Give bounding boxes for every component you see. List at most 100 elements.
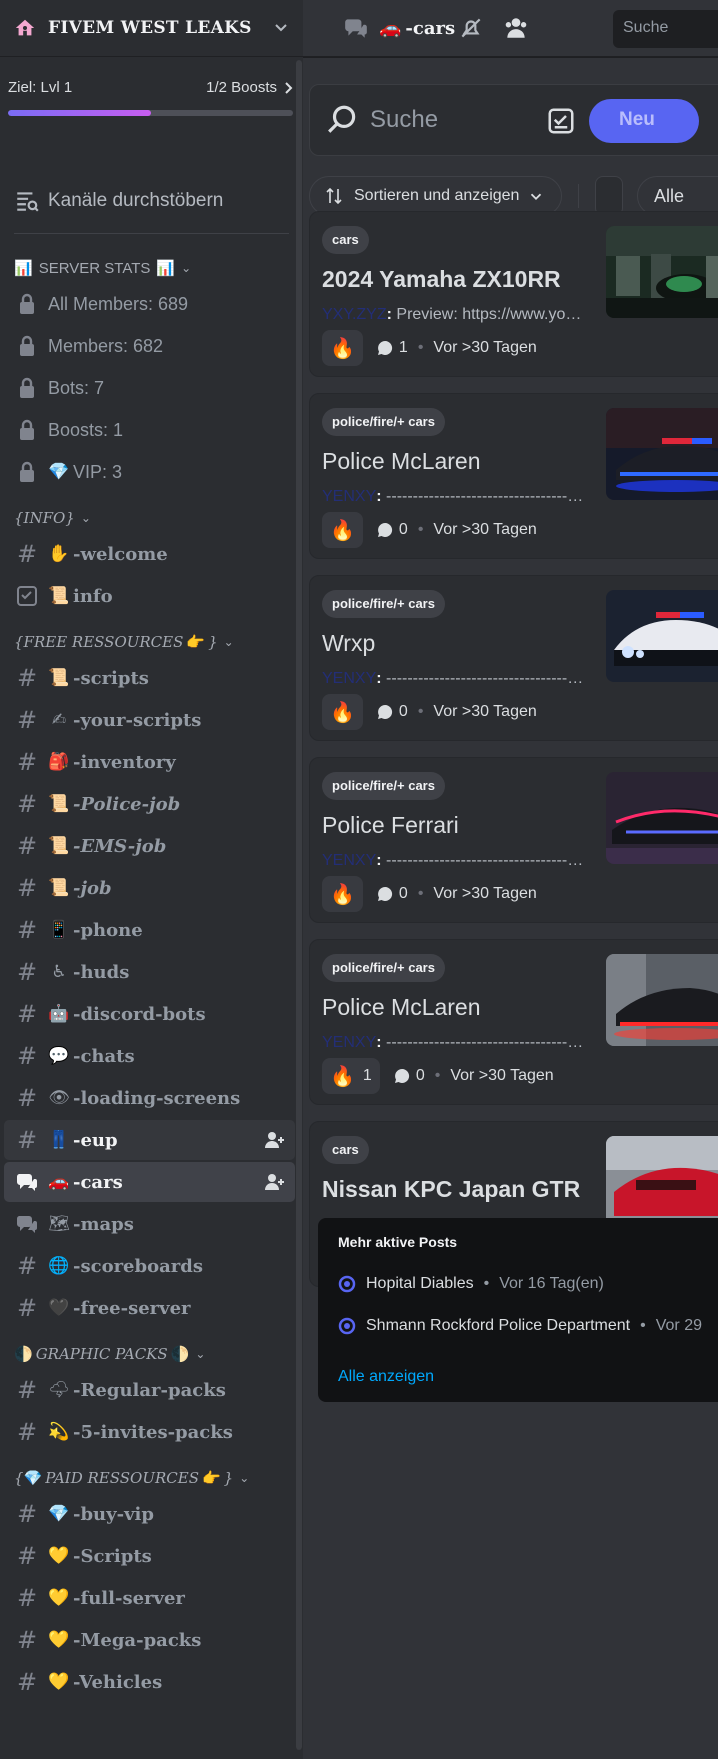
channel-welcome[interactable]: # ✋ -welcome	[4, 534, 295, 574]
hash-icon: #	[16, 706, 38, 734]
channel-chats[interactable]: # 💬 -chats	[4, 1036, 295, 1076]
fire-icon: 🔥	[330, 337, 355, 360]
header-search-input[interactable]: Suche	[613, 10, 718, 48]
sort-bar: Sortieren und anzeigen Alle	[309, 176, 718, 216]
channel-emoji: 📜	[48, 668, 70, 688]
channel-vehicles[interactable]: # 💛 -Vehicles	[4, 1662, 295, 1702]
category-info[interactable]: {INFO} ⌄	[0, 506, 303, 530]
channel-mega-packs[interactable]: # 💛 -Mega-packs	[4, 1620, 295, 1660]
stat-channel[interactable]: All Members: 689	[4, 284, 295, 324]
post-thumbnail[interactable]	[606, 408, 718, 500]
channel-emoji: 🎒	[48, 752, 70, 772]
category-label-tail: }	[208, 633, 218, 651]
forum-post[interactable]: cars 2024 Yamaha ZX10RR YXY.ZYZ: Preview…	[309, 211, 718, 377]
reaction-button[interactable]: 🔥 1	[322, 1058, 380, 1094]
sort-icon	[326, 187, 342, 205]
category-graphic-packs[interactable]: 🌓 GRAPHIC PACKS 🌓 ⌄	[0, 1342, 303, 1366]
chevron-down-icon: ⌄	[239, 1471, 250, 1485]
show-all-link[interactable]: Alle anzeigen	[338, 1368, 434, 1386]
channel-scripts[interactable]: # 📜 -scripts	[4, 658, 295, 698]
sort-and-view-button[interactable]: Sortieren und anzeigen	[309, 176, 562, 216]
forum-post[interactable]: police/fire/+ cars Wrxp YENXY: ---------…	[309, 575, 718, 741]
channel-5-invites-packs[interactable]: # 💫 -5-invites-packs	[4, 1412, 295, 1452]
hash-icon: #	[16, 958, 38, 986]
channel-scoreboards[interactable]: # 🌐 -scoreboards	[4, 1246, 295, 1286]
channel-free-server[interactable]: # 🖤 -free-server	[4, 1288, 295, 1328]
channel-cars[interactable]: 🚗 -cars	[4, 1162, 295, 1202]
stat-channel[interactable]: Members: 682	[4, 326, 295, 366]
scrollbar-thumb[interactable]	[296, 60, 302, 1750]
stat-channel[interactable]: Bots: 7	[4, 368, 295, 408]
channel-label: -buy-vip	[73, 1503, 154, 1525]
channel-huds[interactable]: # ♿ -huds	[4, 952, 295, 992]
notifications-off-icon[interactable]	[458, 15, 484, 41]
forum-search-bar[interactable]: Suche Neu	[309, 84, 718, 156]
reaction-button[interactable]: 🔥	[322, 512, 363, 548]
hash-icon: #	[16, 1626, 38, 1654]
channel-emoji: 📜	[48, 878, 70, 898]
forum-post[interactable]: police/fire/+ cars Police McLaren YENXY:…	[309, 939, 718, 1105]
category-free-ressources[interactable]: {FREE RESSOURCES 👉 } ⌄	[0, 630, 303, 654]
channelinfo[interactable]: 📜 info	[4, 576, 295, 616]
invite-icon[interactable]	[263, 1171, 285, 1193]
reaction-button[interactable]: 🔥	[322, 330, 363, 366]
channel-ems-job[interactable]: # 📜 -EMS-job	[4, 826, 295, 866]
channel-police-job[interactable]: # 📜 -Police-job	[4, 784, 295, 824]
channel-loading-screens[interactable]: # 👁 -loading-screens	[4, 1078, 295, 1118]
hash-icon: #	[16, 790, 38, 818]
post-thumbnail[interactable]	[606, 954, 718, 1046]
channel-maps[interactable]: 🗺 -maps	[4, 1204, 295, 1244]
forum-post[interactable]: police/fire/+ cars Police Ferrari YENXY:…	[309, 757, 718, 923]
channel-emoji: 📱	[48, 920, 70, 940]
sidebar-scrollbar[interactable]	[296, 60, 302, 1750]
channel-job[interactable]: # 📜 -job	[4, 868, 295, 908]
reaction-button[interactable]: 🔥	[322, 876, 363, 912]
comment-count: 0	[398, 521, 408, 538]
chevron-right-icon	[285, 81, 293, 94]
post-thumbnail[interactable]	[606, 772, 718, 864]
active-post-item[interactable]: Hopital Diables • Vor 16 Tag(en)	[338, 1272, 604, 1296]
checklist-icon[interactable]	[546, 106, 576, 136]
browse-channels-button[interactable]: Kanäle durchstöbern	[0, 179, 303, 223]
invite-icon[interactable]	[263, 1129, 285, 1151]
channel-scripts[interactable]: # 💛 -Scripts	[4, 1536, 295, 1576]
channel-eup[interactable]: # 👖 -eup	[4, 1120, 295, 1160]
channel-buy-vip[interactable]: # 💎 -buy-vip	[4, 1494, 295, 1534]
comment-count: 0	[398, 885, 408, 902]
post-thumbnail[interactable]	[606, 226, 718, 318]
stat-channel[interactable]: Boosts: 1	[4, 410, 295, 450]
channel-discord-bots[interactable]: # 🤖 -discord-bots	[4, 994, 295, 1034]
post-tag[interactable]: cars	[322, 226, 369, 254]
server-header[interactable]: FIVEM WEST LEAKS	[0, 0, 303, 57]
channel-your-scripts[interactable]: # ✍ -your-scripts	[4, 700, 295, 740]
tag-filter-button[interactable]	[595, 176, 623, 216]
chevron-down-icon[interactable]	[271, 18, 291, 38]
channel-label: -free-server	[73, 1297, 191, 1319]
channel-emoji: ✋	[48, 544, 70, 564]
channel-full-server[interactable]: # 💛 -full-server	[4, 1578, 295, 1618]
channel-inventory[interactable]: # 🎒 -inventory	[4, 742, 295, 782]
post-tag[interactable]: cars	[322, 1136, 369, 1164]
channel-phone[interactable]: # 📱 -phone	[4, 910, 295, 950]
channel-regular-packs[interactable]: # 🌩 -Regular-packs	[4, 1370, 295, 1410]
active-post-item[interactable]: Shmann Rockford Police Department • Vor …	[338, 1314, 702, 1338]
category-server-stats[interactable]: 📊 SERVER STATS 📊 ⌄	[0, 256, 303, 280]
post-thumbnail[interactable]	[606, 590, 718, 682]
channel-emoji: 💬	[48, 1046, 70, 1066]
post-tag[interactable]: police/fire/+ cars	[322, 408, 445, 436]
post-tag[interactable]: police/fire/+ cars	[322, 772, 445, 800]
stat-channel[interactable]: 💎 VIP: 3	[4, 452, 295, 492]
boost-goal[interactable]: Ziel: Lvl 1 1/2 Boosts	[0, 57, 303, 185]
post-preview: YENXY: ---------------------------------…	[322, 488, 586, 506]
members-icon[interactable]	[503, 15, 529, 41]
post-tag[interactable]: police/fire/+ cars	[322, 590, 445, 618]
category-paid-ressources[interactable]: { 💎 PAID RESSOURCES 👉 } ⌄	[0, 1466, 303, 1490]
new-post-button[interactable]: Neu	[589, 99, 699, 143]
channel-label: VIP: 3	[73, 461, 123, 482]
reaction-button[interactable]: 🔥	[322, 694, 363, 730]
post-thumbnail[interactable]	[606, 1136, 718, 1228]
all-filter-button[interactable]: Alle	[637, 176, 718, 216]
post-tag[interactable]: police/fire/+ cars	[322, 954, 445, 982]
browse-channels-icon	[17, 192, 39, 212]
forum-post[interactable]: police/fire/+ cars Police McLaren YENXY:…	[309, 393, 718, 559]
